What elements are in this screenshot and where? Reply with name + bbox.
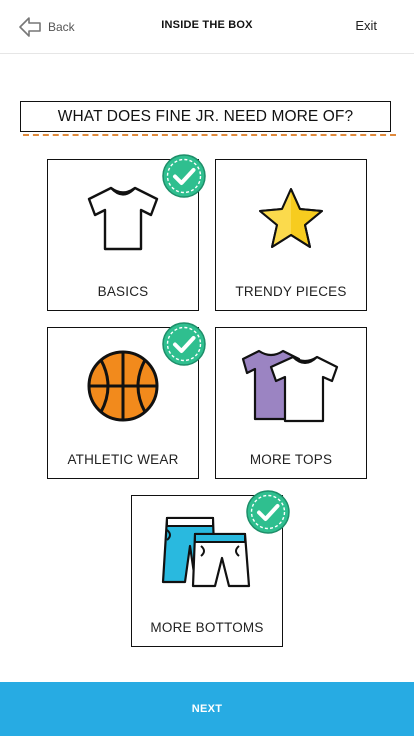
option-label: MORE BOTTOMS xyxy=(150,620,264,635)
option-more-tops[interactable]: MORE TOPS xyxy=(215,327,367,479)
question-banner: WHAT DOES FINE JR. NEED MORE OF? xyxy=(20,101,396,136)
check-icon xyxy=(161,153,207,199)
top-bar: Back INSIDE THE BOX Exit xyxy=(0,0,414,54)
option-label: TRENDY PIECES xyxy=(235,284,347,299)
exit-button[interactable]: Exit xyxy=(355,18,377,33)
star-icon xyxy=(216,160,366,275)
option-label: ATHLETIC WEAR xyxy=(67,452,179,467)
tops-icon xyxy=(216,328,366,443)
check-icon xyxy=(161,321,207,367)
option-label: MORE TOPS xyxy=(249,452,333,467)
option-label: BASICS xyxy=(97,284,149,299)
check-icon xyxy=(245,489,291,535)
next-button[interactable]: NEXT xyxy=(0,682,414,736)
question-text: WHAT DOES FINE JR. NEED MORE OF? xyxy=(20,101,391,132)
option-trendy-pieces[interactable]: TRENDY PIECES xyxy=(215,159,367,311)
page-title: INSIDE THE BOX xyxy=(161,19,253,31)
